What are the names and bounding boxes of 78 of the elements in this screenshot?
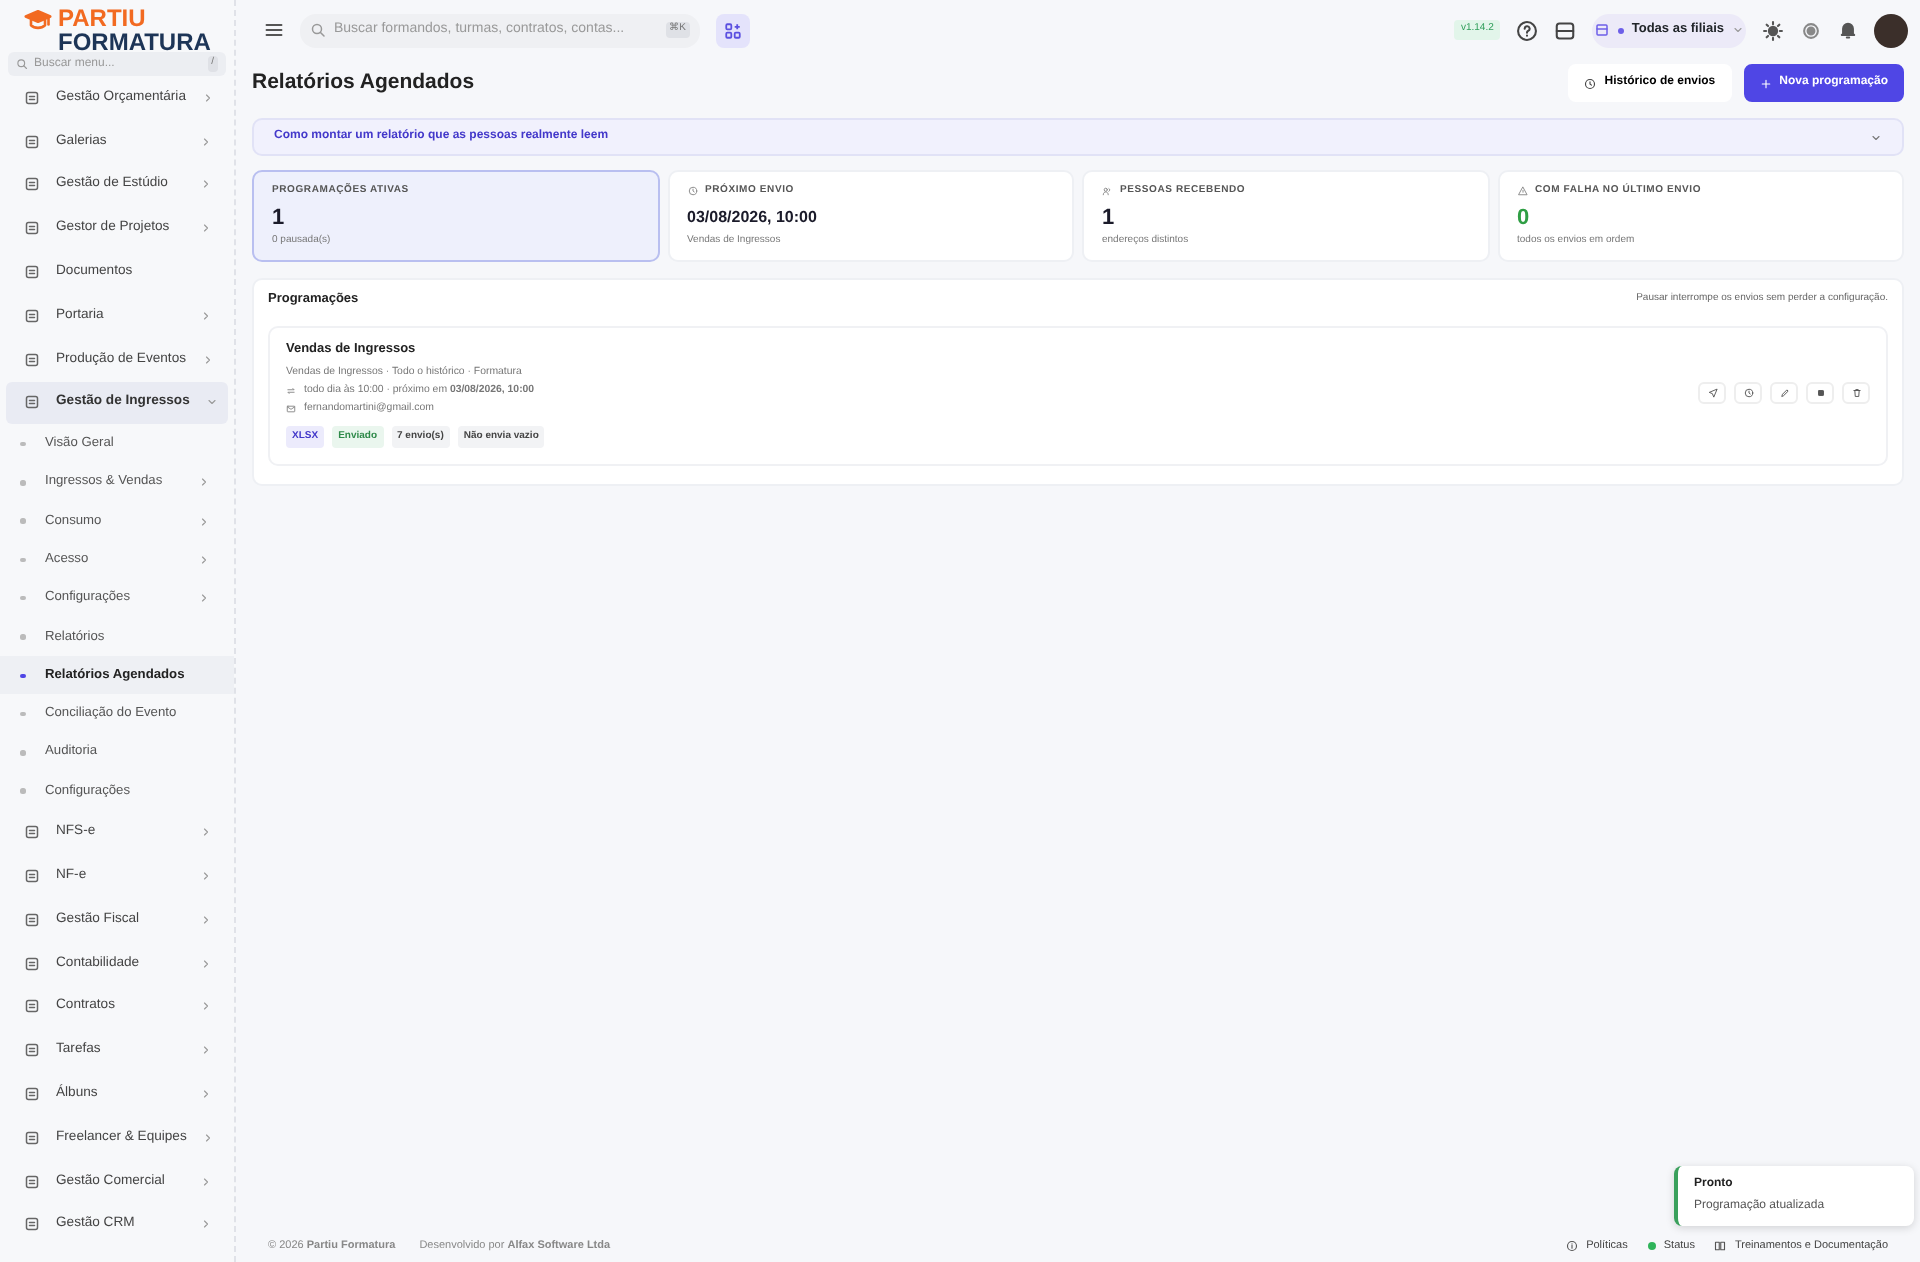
info-icon (1566, 1240, 1579, 1252)
chevron-down-icon (205, 396, 218, 409)
warning-icon (1517, 186, 1527, 197)
status-dot (1647, 1242, 1656, 1250)
chevron-right-icon (200, 913, 212, 926)
search-icon (310, 22, 326, 38)
bell-icon (1838, 20, 1858, 40)
trash-icon (1851, 388, 1861, 399)
chevron-right-icon (200, 178, 212, 191)
page-icon (24, 998, 40, 1015)
pencil-icon (1779, 388, 1789, 399)
chevron-right-icon (200, 135, 212, 148)
chevron-right-icon (198, 515, 210, 528)
chevron-right-icon (202, 1131, 215, 1144)
page-icon (24, 89, 40, 106)
stat-value: 1 (1102, 203, 1117, 231)
chevron-right-icon (202, 353, 214, 366)
logo-text: FORMATURA (58, 30, 211, 54)
page-icon (24, 1042, 40, 1059)
send-icon (1707, 388, 1717, 399)
chevron-right-icon (198, 476, 210, 489)
page-icon (24, 264, 40, 281)
chevron-right-icon (200, 1218, 212, 1231)
chevron-right-icon (200, 826, 212, 839)
page-icon (24, 307, 40, 324)
chevron-right-icon (198, 553, 210, 566)
avatar[interactable] (1874, 13, 1908, 47)
page-icon (24, 133, 40, 150)
chevron-right-icon (200, 1088, 212, 1101)
page-icon (24, 1086, 40, 1103)
chevron-right-icon (200, 1000, 212, 1013)
chevron-right-icon (200, 1175, 212, 1188)
store-icon (1593, 22, 1610, 38)
apps-grid-icon (724, 21, 742, 39)
page-icon (24, 1173, 40, 1190)
mail-icon (286, 403, 296, 413)
page-icon (24, 1129, 40, 1146)
chevron-right-icon (200, 222, 212, 235)
repeat-icon (286, 385, 296, 395)
chevron-right-icon (200, 870, 212, 883)
chevron-right-icon (201, 91, 214, 104)
page-icon (24, 911, 40, 928)
sun-icon (1762, 19, 1784, 41)
page-icon (24, 955, 40, 972)
help-icon (1515, 19, 1538, 41)
plus-icon (1759, 77, 1772, 89)
chevron-down-icon (1732, 24, 1744, 36)
logo-text: PARTIU (58, 6, 148, 30)
chevron-right-icon (200, 957, 212, 970)
page-icon (24, 220, 40, 237)
search-icon (16, 58, 28, 70)
chevron-right-icon (200, 1044, 212, 1057)
apps-grid-button[interactable] (716, 13, 750, 47)
page-icon (24, 351, 40, 368)
page-icon (24, 868, 40, 885)
graduation-cap-icon (24, 6, 52, 34)
history-icon (1584, 77, 1597, 89)
clock-icon (687, 186, 697, 197)
chevron-right-icon (200, 309, 212, 322)
page-icon (24, 1216, 40, 1233)
history-icon (1743, 388, 1753, 399)
stop-button[interactable] (1806, 382, 1834, 405)
stat-value: 0 (1517, 203, 1532, 231)
page-icon (24, 824, 40, 841)
page-icon (24, 176, 40, 193)
delete-button[interactable] (1842, 382, 1870, 405)
menu-icon (264, 20, 284, 40)
layout-icon (1553, 19, 1576, 41)
stop-icon (1815, 388, 1825, 399)
stat-value: 03/08/2026, 10:00 (687, 205, 819, 229)
chevron-right-icon (198, 592, 210, 605)
history-button[interactable] (1734, 382, 1762, 405)
stat-value: 1 (272, 203, 287, 231)
page-icon (24, 394, 40, 411)
people-icon (1102, 186, 1112, 197)
book-icon (1714, 1240, 1727, 1252)
page-title: Relatórios Agendados (252, 70, 475, 96)
send-button[interactable] (1698, 382, 1726, 405)
